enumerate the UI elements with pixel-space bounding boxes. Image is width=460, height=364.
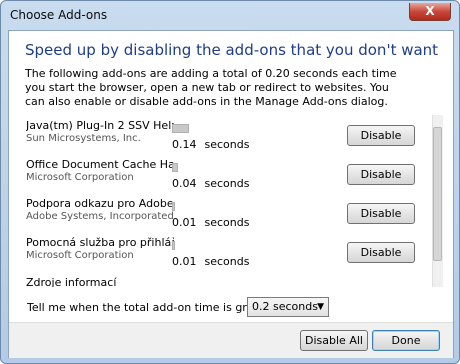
addon-name: Pomocná služba pro přihlášení ke — [26, 236, 174, 249]
load-time-bar — [172, 124, 189, 133]
threshold-value: 0.2 seconds — [252, 300, 318, 313]
list-item: Podpora odkazu pro Adobe PDF F Adobe Sys… — [25, 197, 429, 236]
scrollbar[interactable] — [432, 115, 443, 287]
scrollbar-thumb[interactable] — [433, 127, 442, 261]
disable-button[interactable]: Disable — [347, 242, 415, 263]
close-button[interactable]: X — [409, 3, 451, 21]
load-time-text: 0.04 seconds — [172, 177, 250, 190]
addon-publisher: Microsoft Corporation — [26, 172, 134, 183]
load-time-text: 0.01 seconds — [172, 255, 250, 268]
list-item: Pomocná služba pro přihlášení ke Microso… — [25, 236, 429, 275]
disable-button[interactable]: Disable — [347, 125, 415, 146]
addon-publisher: Microsoft Corporation — [26, 250, 134, 261]
addon-publisher: Adobe Systems, Incorporated — [26, 211, 174, 222]
load-time-text: 0.01 seconds — [172, 216, 250, 229]
load-time-text: 0.14 seconds — [172, 138, 250, 151]
close-icon: X — [425, 4, 435, 18]
addon-name: Java(tm) Plug-In 2 SSV Helper — [26, 119, 174, 132]
load-time-bar — [172, 202, 175, 211]
addon-name: Podpora odkazu pro Adobe PDF F — [26, 197, 174, 210]
choose-addons-window: Choose Add-ons X Speed up by disabling t… — [0, 0, 460, 364]
title-bar[interactable]: Choose Add-ons X — [1, 1, 459, 31]
window-title: Choose Add-ons — [10, 8, 108, 22]
list-item: Zdroje informací — [25, 276, 429, 287]
load-time-bar — [172, 241, 175, 250]
list-item: Office Document Cache Handler Microsoft … — [25, 158, 429, 197]
addon-list: Java(tm) Plug-In 2 SSV Helper Sun Micros… — [25, 115, 443, 287]
disable-button[interactable]: Disable — [347, 203, 415, 224]
threshold-select[interactable]: 0.2 seconds ▼ — [247, 297, 329, 317]
addon-name: Zdroje informací — [26, 276, 117, 287]
page-title: Speed up by disabling the add-ons that y… — [25, 41, 439, 59]
done-button[interactable]: Done — [372, 330, 440, 351]
description-text: The following add-ons are adding a total… — [25, 67, 397, 108]
dialog-content: Speed up by disabling the add-ons that y… — [8, 30, 454, 358]
addon-name: Office Document Cache Handler — [26, 158, 174, 171]
chevron-down-icon: ▼ — [317, 302, 324, 312]
disable-button[interactable]: Disable — [347, 164, 415, 185]
disable-all-button[interactable]: Disable All — [300, 330, 368, 351]
list-item: Java(tm) Plug-In 2 SSV Helper Sun Micros… — [25, 119, 429, 158]
addon-publisher: Sun Microsystems, Inc. — [26, 133, 141, 144]
dialog-footer: Disable All Done — [9, 322, 453, 358]
load-time-bar — [172, 163, 178, 172]
